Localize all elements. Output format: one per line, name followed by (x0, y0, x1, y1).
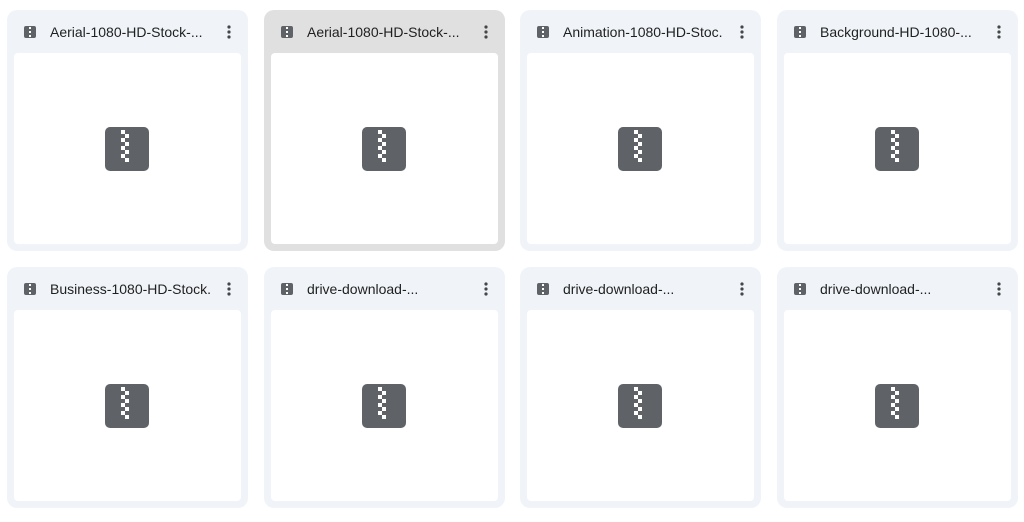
file-card[interactable]: drive-download-... (520, 267, 761, 508)
more-vert-icon (227, 25, 231, 39)
zip-file-icon (362, 127, 406, 171)
file-name: Aerial-1080-HD-Stock-... (50, 24, 203, 40)
zip-file-icon (24, 26, 36, 38)
file-card[interactable]: Background-HD-1080-... (777, 10, 1018, 251)
zip-file-icon (618, 384, 662, 428)
zip-file-icon (794, 26, 806, 38)
file-thumbnail[interactable] (271, 310, 498, 501)
file-card[interactable]: Animation-1080-HD-Stoc... (520, 10, 761, 251)
file-card[interactable]: Business-1080-HD-Stock... (7, 267, 248, 508)
file-card-header: Business-1080-HD-Stock... (7, 267, 248, 309)
file-name: Aerial-1080-HD-Stock-... (307, 24, 460, 40)
file-name: drive-download-... (563, 281, 675, 297)
file-thumbnail[interactable] (784, 53, 1011, 244)
file-card-header: Aerial-1080-HD-Stock-... (264, 10, 505, 52)
file-thumbnail[interactable] (14, 53, 241, 244)
zip-file-icon (281, 283, 293, 295)
file-thumbnail[interactable] (271, 53, 498, 244)
more-vert-icon (484, 282, 488, 296)
file-name: drive-download-... (820, 281, 932, 297)
file-card-header: Background-HD-1080-... (777, 10, 1018, 52)
file-name: Business-1080-HD-Stock... (50, 281, 210, 297)
more-options-button[interactable] (988, 278, 1010, 300)
file-card[interactable]: drive-download-... (777, 267, 1018, 508)
file-card-header: Aerial-1080-HD-Stock-... (7, 10, 248, 52)
more-vert-icon (997, 282, 1001, 296)
zip-file-icon (537, 26, 549, 38)
file-card[interactable]: Aerial-1080-HD-Stock-... (264, 10, 505, 251)
file-thumbnail[interactable] (14, 310, 241, 501)
file-thumbnail[interactable] (527, 53, 754, 244)
file-card-header: drive-download-... (777, 267, 1018, 309)
zip-file-icon (24, 283, 36, 295)
more-vert-icon (484, 25, 488, 39)
more-options-button[interactable] (475, 21, 497, 43)
more-options-button[interactable] (731, 21, 753, 43)
more-options-button[interactable] (731, 278, 753, 300)
zip-file-icon (105, 384, 149, 428)
file-name: drive-download-... (307, 281, 419, 297)
more-options-button[interactable] (218, 21, 240, 43)
zip-file-icon (362, 384, 406, 428)
file-thumbnail[interactable] (784, 310, 1011, 501)
file-card-header: drive-download-... (520, 267, 761, 309)
zip-file-icon (105, 127, 149, 171)
file-card-header: Animation-1080-HD-Stoc... (520, 10, 761, 52)
more-options-button[interactable] (218, 278, 240, 300)
file-card[interactable]: drive-download-... (264, 267, 505, 508)
more-options-button[interactable] (475, 278, 497, 300)
file-card-header: drive-download-... (264, 267, 505, 309)
more-options-button[interactable] (988, 21, 1010, 43)
file-name: Background-HD-1080-... (820, 24, 972, 40)
more-vert-icon (740, 25, 744, 39)
more-vert-icon (997, 25, 1001, 39)
zip-file-icon (281, 26, 293, 38)
file-name: Animation-1080-HD-Stoc... (563, 24, 723, 40)
zip-file-icon (794, 283, 806, 295)
zip-file-icon (618, 127, 662, 171)
zip-file-icon (875, 384, 919, 428)
file-thumbnail[interactable] (527, 310, 754, 501)
zip-file-icon (537, 283, 549, 295)
more-vert-icon (227, 282, 231, 296)
more-vert-icon (740, 282, 744, 296)
zip-file-icon (875, 127, 919, 171)
file-card[interactable]: Aerial-1080-HD-Stock-... (7, 10, 248, 251)
file-grid: Aerial-1080-HD-Stock-... Aerial-1080-HD-… (0, 0, 1024, 522)
